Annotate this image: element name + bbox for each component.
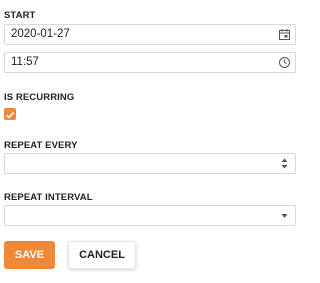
- start-time-field[interactable]: 11:57: [4, 52, 296, 73]
- save-button[interactable]: SAVE: [4, 241, 55, 269]
- repeat-every-label: REPEAT EVERY: [4, 140, 78, 151]
- calendar-icon[interactable]: [278, 28, 291, 41]
- is-recurring-checkbox[interactable]: [4, 108, 16, 120]
- start-date-field[interactable]: 2020-01-27: [4, 24, 296, 45]
- chevron-down-icon[interactable]: [278, 209, 291, 222]
- checkmark-icon: [5, 111, 15, 119]
- cancel-button[interactable]: CANCEL: [68, 241, 136, 269]
- start-label: START: [4, 10, 36, 21]
- clock-icon[interactable]: [278, 56, 291, 69]
- start-date-value: 2020-01-27: [11, 28, 70, 40]
- is-recurring-label: IS RECURRING: [4, 92, 75, 103]
- repeat-interval-label: REPEAT INTERVAL: [4, 192, 93, 203]
- stepper-arrows-icon[interactable]: [278, 157, 291, 170]
- repeat-interval-select[interactable]: [4, 205, 296, 226]
- repeat-every-input[interactable]: [4, 153, 296, 174]
- start-time-value: 11:57: [11, 56, 39, 68]
